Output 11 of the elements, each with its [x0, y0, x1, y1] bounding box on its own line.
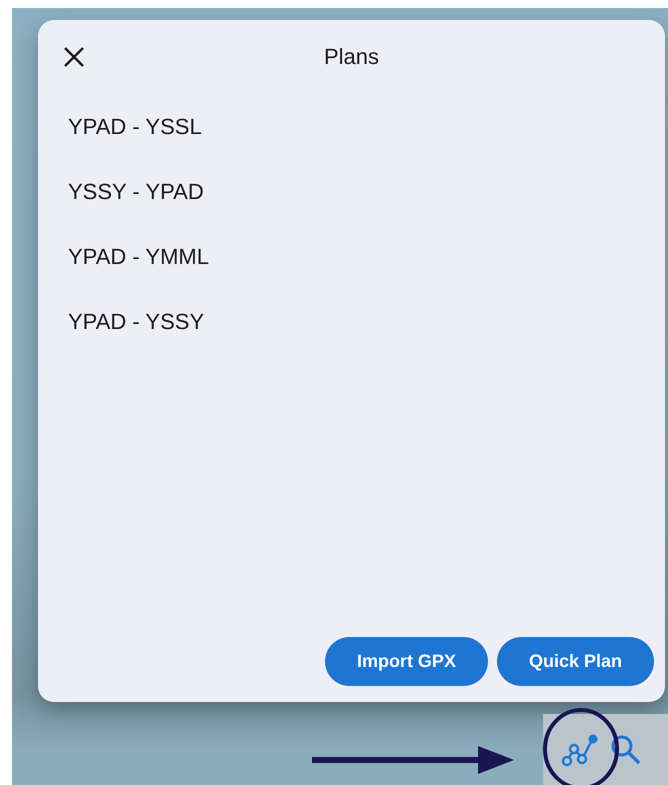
dialog-title: Plans	[324, 44, 380, 70]
quick-plan-button[interactable]: Quick Plan	[496, 637, 654, 686]
plan-item[interactable]: YPAD - YSSL	[68, 114, 202, 140]
close-button[interactable]	[62, 45, 86, 69]
plan-item[interactable]: YPAD - YSSY	[68, 308, 204, 334]
plan-item[interactable]: YPAD - YMML	[68, 244, 209, 270]
search-icon	[609, 732, 643, 766]
search-button[interactable]	[609, 732, 643, 766]
plan-item[interactable]: YSSY - YPAD	[68, 178, 204, 204]
import-gpx-button[interactable]: Import GPX	[324, 637, 488, 686]
close-icon	[62, 45, 86, 69]
